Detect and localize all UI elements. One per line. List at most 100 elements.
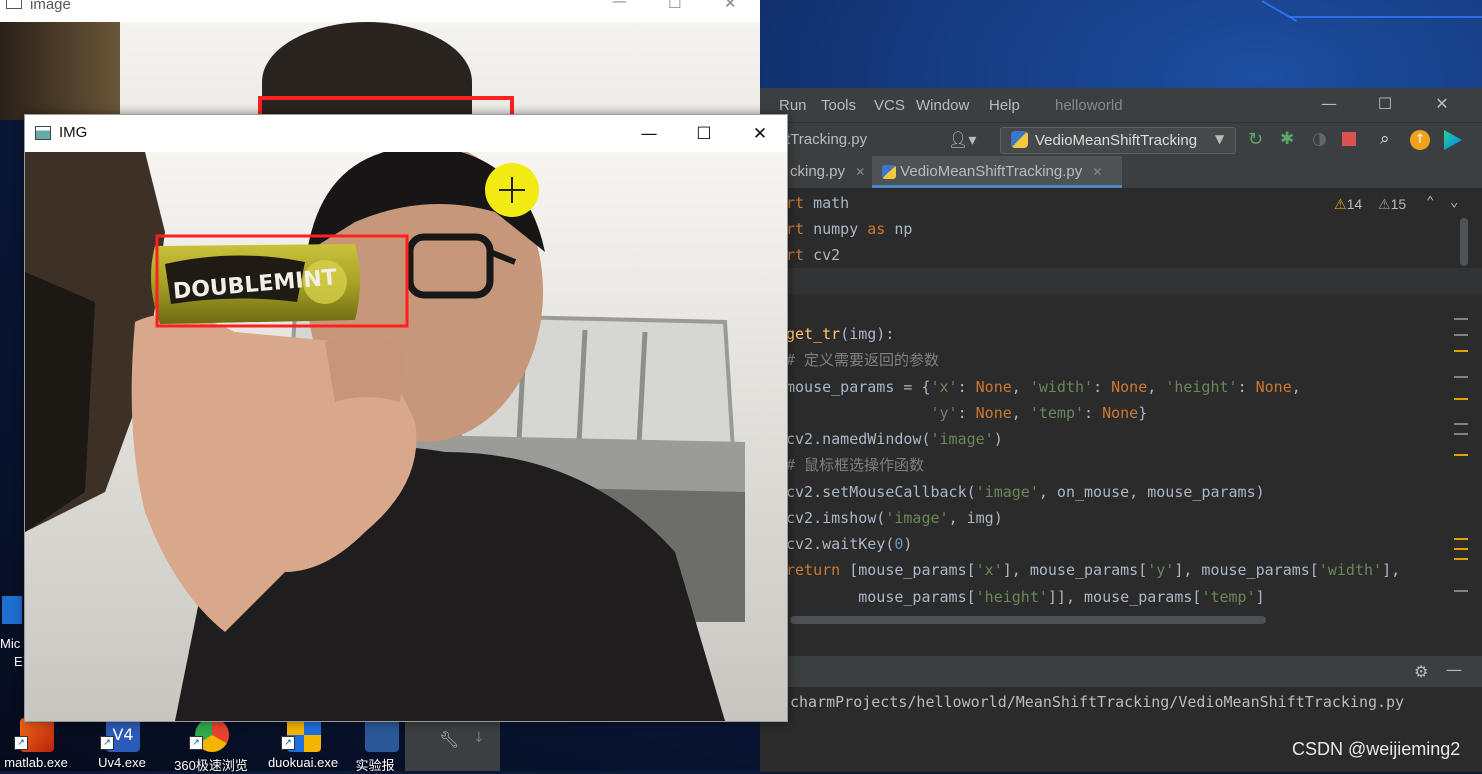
wallpaper-line: [1261, 0, 1298, 22]
coverage-icon[interactable]: ◑: [1312, 129, 1327, 149]
side-label: Mic: [0, 636, 21, 651]
gutter-marker[interactable]: [1454, 590, 1468, 592]
chevron-up-icon[interactable]: ⌃: [1426, 194, 1434, 210]
code-line[interactable]: return [mouse_params['x'], mouse_params[…: [786, 557, 1400, 583]
nav-file-breadcrumb[interactable]: tTracking.py: [786, 131, 867, 148]
rerun-icon[interactable]: ↻: [1248, 129, 1263, 150]
code-line[interactable]: # 定义需要返回的参数: [786, 347, 939, 373]
ide-navbar: tTracking.py 👤︎▾ VedioMeanShiftTracking …: [760, 122, 1482, 157]
code-line[interactable]: cv2.imshow('image', img): [786, 505, 1003, 531]
menu-window[interactable]: Window: [916, 97, 969, 114]
minimize-icon[interactable]: —: [612, 0, 627, 10]
gutter-marker[interactable]: [1454, 423, 1468, 425]
code-line[interactable]: mouse_params = {'x': None, 'width': None…: [786, 374, 1301, 400]
gutter-marker[interactable]: [1454, 350, 1468, 352]
close-icon[interactable]: ✕: [1427, 94, 1457, 116]
menu-run[interactable]: Run: [779, 97, 807, 114]
desktop-icon-label: Uv4.exe: [98, 755, 146, 770]
window-titlebar[interactable]: IMG — ☐ ✕: [25, 115, 787, 152]
python-file-icon: [882, 165, 896, 180]
warnings-count: 14: [1346, 196, 1363, 212]
code-line[interactable]: mouse_params['height']], mouse_params['t…: [786, 584, 1264, 610]
window-title: IMG: [59, 124, 88, 141]
maximize-icon[interactable]: ☐: [1370, 94, 1400, 116]
ide-side-toolbar: 🔧︎ ↓: [405, 722, 500, 771]
code-line[interactable]: cv2.waitKey(0): [786, 531, 912, 557]
stop-icon[interactable]: [1342, 132, 1356, 146]
debug-icon[interactable]: ✱: [1280, 129, 1294, 149]
gutter-marker[interactable]: [1454, 318, 1468, 320]
menu-vcs[interactable]: VCS: [874, 97, 905, 114]
search-icon[interactable]: ⌕: [1380, 129, 1390, 149]
desktop-icon-label: matlab.exe: [4, 755, 68, 770]
code-line[interactable]: rt numpy as np: [786, 216, 912, 242]
tab-vedio-meanshift[interactable]: VedioMeanShiftTracking.py ✕: [872, 156, 1122, 188]
menu-tools[interactable]: Tools: [821, 97, 856, 114]
shortcut-arrow-icon: ↗: [189, 736, 203, 750]
project-title: helloworld: [1055, 97, 1123, 114]
gear-icon[interactable]: ⚙: [1414, 662, 1428, 681]
desktop-icon-360-browser[interactable]: ↗ 360极速浏览: [171, 718, 251, 773]
vertical-scrollbar[interactable]: [1460, 218, 1468, 266]
coat-shape: [0, 22, 120, 120]
side-label: E: [14, 654, 23, 669]
update-icon[interactable]: ↑: [1410, 130, 1430, 150]
close-icon[interactable]: ✕: [724, 0, 737, 12]
weak-warning-indicator[interactable]: ⚠15: [1378, 196, 1406, 213]
desktop-icon-matlab[interactable]: ↗ matlab.exe: [0, 718, 76, 771]
wrench-icon[interactable]: 🔧︎: [439, 730, 459, 749]
minimize-icon[interactable]: —: [1314, 94, 1344, 116]
gutter-marker[interactable]: [1454, 433, 1468, 435]
close-icon[interactable]: ✕: [740, 121, 780, 147]
img-window[interactable]: IMG — ☐ ✕ DOUBLEMINT: [24, 114, 788, 722]
code-line[interactable]: # 鼠标框选操作函数: [786, 452, 924, 478]
code-line[interactable]: rt math: [786, 190, 849, 216]
minimize-icon[interactable]: —: [629, 121, 669, 147]
tab-tracking[interactable]: cking.py ✕: [790, 156, 870, 188]
code-line[interactable]: 'y': None, 'temp': None}: [786, 400, 1148, 426]
gutter-marker[interactable]: [1454, 548, 1468, 550]
gutter-marker[interactable]: [1454, 558, 1468, 560]
plugin-icon[interactable]: [1444, 130, 1462, 150]
tab-label: cking.py: [790, 163, 846, 180]
gutter-marker[interactable]: [1454, 376, 1468, 378]
gutter-marker[interactable]: [1454, 398, 1468, 400]
tab-label: VedioMeanShiftTracking.py: [900, 163, 1083, 180]
image-window[interactable]: image — ☐ ✕: [0, 0, 760, 120]
camera-frame-image[interactable]: DOUBLEMINT: [25, 152, 787, 721]
shortcut-arrow-icon: ↗: [100, 736, 114, 750]
app-icon: [6, 0, 22, 9]
horizontal-scrollbar[interactable]: [790, 616, 1266, 624]
csdn-watermark: CSDN @weijieming2: [1292, 739, 1461, 759]
desktop-icon-label: 360极速浏览: [174, 758, 248, 773]
close-tab-icon[interactable]: ✕: [855, 165, 865, 179]
python-icon: [1011, 131, 1028, 148]
code-editor[interactable]: ⚠14 ⚠15 ⌃ ⌄ rt math rt numpy as np rt cv…: [760, 188, 1482, 618]
arrow-down-icon[interactable]: ↓: [473, 730, 485, 746]
desktop-icon-duokuai[interactable]: ↗ duokuai.exe: [263, 718, 343, 771]
desktop-side-icon[interactable]: Mic E: [0, 592, 24, 678]
desktop-icon-uv4[interactable]: V4 ↗ Uv4.exe: [82, 718, 162, 771]
desktop-icon-report[interactable]: 实验报: [345, 718, 405, 773]
crosshair-icon: [499, 189, 525, 191]
user-icon[interactable]: 👤︎▾: [948, 130, 976, 149]
run-config-select[interactable]: VedioMeanShiftTracking ▼: [1000, 127, 1236, 154]
ide-menubar: Run Tools VCS Window Help helloworld — ☐…: [760, 88, 1482, 122]
shortcut-arrow-icon: ↗: [14, 736, 28, 750]
code-line[interactable]: cv2.namedWindow('image'): [786, 426, 1003, 452]
warning-indicator[interactable]: ⚠14: [1334, 196, 1362, 213]
gutter-marker[interactable]: [1454, 454, 1468, 456]
hide-panel-icon[interactable]: —: [1446, 660, 1462, 679]
close-tab-icon[interactable]: ✕: [1092, 165, 1102, 179]
chevron-down-icon[interactable]: ⌄: [1450, 194, 1458, 210]
code-line[interactable]: rt cv2: [786, 242, 840, 268]
code-line[interactable]: get_tr(img):: [786, 321, 894, 347]
gutter-marker[interactable]: [1454, 538, 1468, 540]
maximize-icon[interactable]: ☐: [668, 0, 681, 12]
gutter-marker[interactable]: [1454, 334, 1468, 336]
maximize-icon[interactable]: ☐: [684, 121, 724, 147]
code-line[interactable]: cv2.setMouseCallback('image', on_mouse, …: [786, 479, 1265, 505]
menu-help[interactable]: Help: [989, 97, 1020, 114]
run-command-path: charmProjects/helloworld/MeanShiftTracki…: [790, 693, 1405, 711]
camera-frame-image[interactable]: [0, 22, 760, 120]
